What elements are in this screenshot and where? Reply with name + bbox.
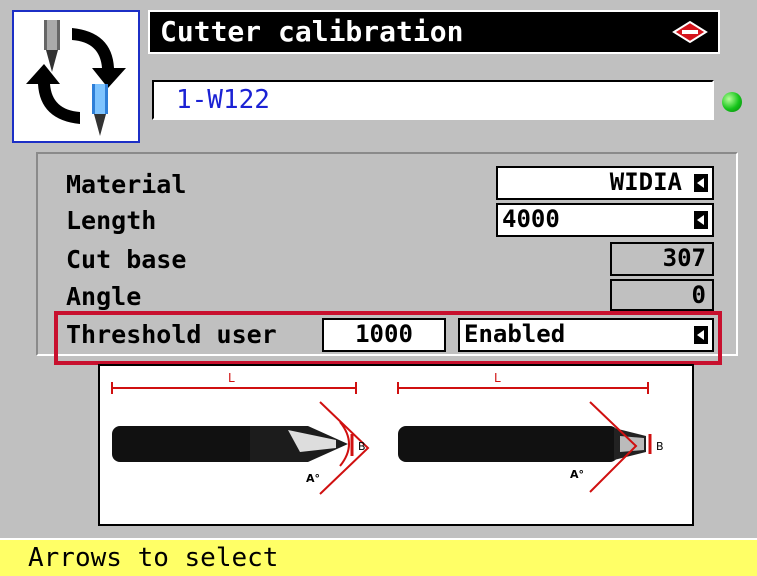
length-select[interactable]: 4000 bbox=[496, 203, 714, 237]
length-mark-left: L bbox=[228, 371, 235, 385]
base-mark-right: B bbox=[656, 440, 664, 453]
cutter-swap-icon bbox=[26, 20, 126, 136]
angle-value: 0 bbox=[610, 279, 714, 311]
window-title: Cutter calibration bbox=[160, 15, 464, 48]
status-message: Arrows to select bbox=[28, 543, 279, 573]
threshold-row-highlight bbox=[54, 311, 722, 365]
chevron-left-icon[interactable] bbox=[694, 174, 708, 192]
cut-base-label: Cut base bbox=[66, 245, 187, 274]
angle-mark-right: A° bbox=[570, 468, 584, 481]
cut-base-value: 307 bbox=[610, 242, 714, 276]
material-select[interactable]: WIDIA bbox=[496, 166, 714, 200]
cutter-left-drawing: L B A° bbox=[111, 371, 370, 495]
base-mark-left: B bbox=[358, 440, 366, 453]
length-value: 4000 bbox=[502, 205, 560, 233]
status-bar: Arrows to select bbox=[0, 538, 757, 576]
cutter-diagram: L B A° L B A° bbox=[98, 364, 694, 526]
cutter-swap-icon-box bbox=[12, 10, 140, 143]
angle-mark-left: A° bbox=[306, 472, 320, 485]
window-title-bar: Cutter calibration bbox=[148, 10, 720, 54]
material-value: WIDIA bbox=[609, 168, 682, 196]
brand-logo-icon bbox=[672, 20, 708, 44]
length-mark-right: L bbox=[494, 371, 501, 385]
length-label: Length bbox=[66, 206, 157, 235]
material-label: Material bbox=[66, 170, 187, 199]
cutter-right-drawing: L B A° bbox=[397, 371, 664, 493]
status-led-icon bbox=[722, 92, 742, 112]
angle-label: Angle bbox=[66, 282, 142, 311]
chevron-left-icon[interactable] bbox=[694, 211, 708, 229]
cutter-code-field[interactable]: 1-W122 bbox=[152, 80, 714, 120]
